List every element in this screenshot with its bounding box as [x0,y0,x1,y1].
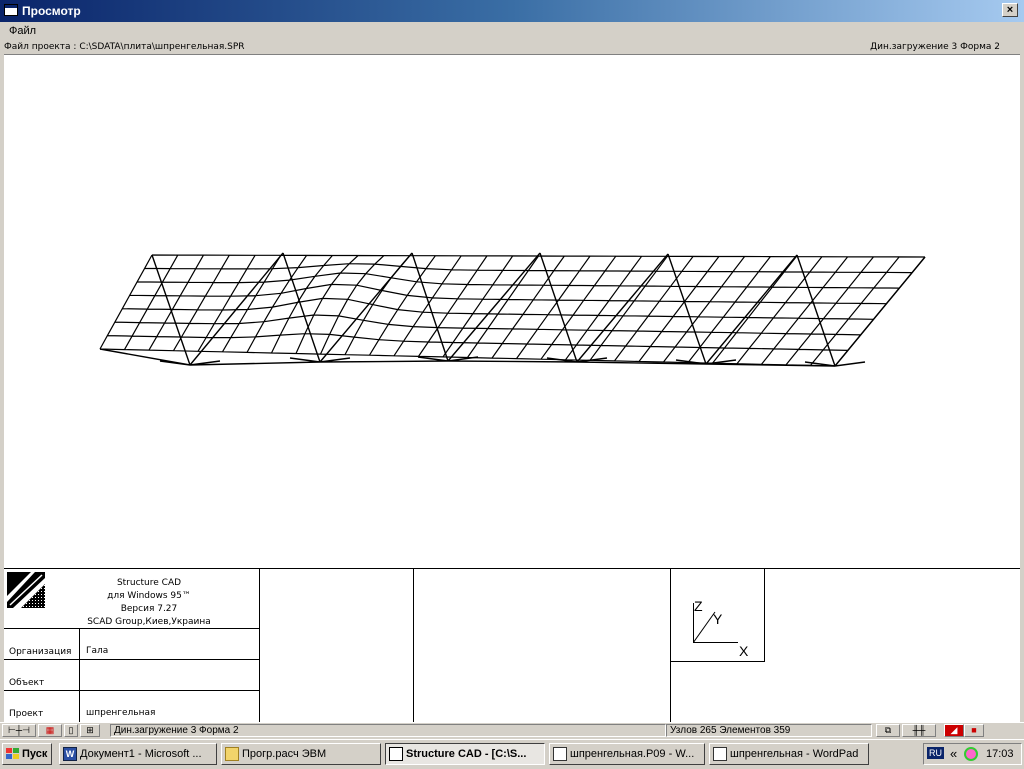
task-label: Прогр.расч ЭВМ [242,748,327,760]
grid-red-icon[interactable]: ▦ [38,724,62,737]
task-button-wordpad-p09[interactable]: шпренгельная.P09 - W... [549,743,705,765]
title-bar[interactable]: Просмотр × [0,0,1024,22]
info-bar: Файл проекта : C:\SDATA\плита\шпренгельн… [0,41,1024,54]
project-file-path: Файл проекта : C:\SDATA\плита\шпренгельн… [4,42,245,52]
start-button[interactable]: Пуск [2,743,52,765]
cube-icon[interactable]: ■ [964,724,984,737]
folder-icon [225,747,239,761]
wordpad-icon [713,747,727,761]
start-label: Пуск [22,748,48,760]
axis-z-label: Z [694,598,703,614]
task-label: шпренгельная.P09 - W... [570,748,695,760]
task-label: шпренгельная - WordPad [730,748,859,760]
org-value: Гала [86,646,109,656]
windows-logo-icon [6,748,19,759]
status-bar: ⊢┼⊣ ▦ ▯ ⊞ Дин.загружение 3 Форма 2 Узлов… [0,722,1024,739]
fence-icon[interactable]: ╫╫ [902,724,936,737]
axis-y-label: Y [713,611,723,627]
task-button-wordpad[interactable]: шпренгельная - WordPad [709,743,869,765]
drawing-canvas[interactable]: Structure CAD для Windows 95™ Версия 7.2… [4,54,1020,725]
program-vendor: SCAD Group,Киев,Украина [87,617,211,627]
word-icon: W [63,747,77,761]
tray-app-icon[interactable] [964,747,978,761]
wordpad-icon [553,747,567,761]
scad-logo [7,572,45,608]
status-counts: Узлов 265 Элементов 359 [666,724,872,737]
program-name: Structure CAD [116,578,182,588]
window-mode-icon[interactable]: ⧉ [876,724,900,737]
taskbar: Пуск W Документ1 - Microsoft ... Прогр.р… [0,739,1024,769]
clock: 17:03 [986,748,1014,760]
axis-x-label: X [739,643,749,659]
language-indicator[interactable]: RU [927,747,944,759]
load-case-label: Дин.загружение 3 Форма 2 [870,42,1000,52]
system-tray: RU « 17:03 [923,743,1022,765]
project-value: шпренгельная [86,708,156,718]
menu-bar: Файл [0,22,1024,41]
menu-file[interactable]: Файл [9,25,36,37]
tray-expand-icon[interactable]: « [950,746,957,761]
task-label: Structure CAD - [C:\S... [406,748,527,760]
project-label: Проект [9,709,44,719]
object-label: Объект [9,678,45,688]
program-version: Версия 7.27 [120,604,178,614]
program-platform: для Windows 95™ [107,591,191,601]
column-icon[interactable]: ▯ [64,724,78,737]
window-icon[interactable] [4,4,18,16]
close-button[interactable]: × [1002,3,1018,17]
task-label: Документ1 - Microsoft ... [80,748,202,760]
org-label: Организация [9,647,72,657]
window-title: Просмотр [22,4,81,18]
fragment-icon[interactable]: ◢ [944,724,964,737]
task-button-folder[interactable]: Прогр.расч ЭВМ [221,743,381,765]
ruler-tool-icon[interactable]: ⊢┼⊣ [2,724,36,737]
task-button-scad[interactable]: Structure CAD - [C:\S... [385,743,545,765]
plate-mesh [99,254,926,367]
task-button-word[interactable]: W Документ1 - Microsoft ... [59,743,217,765]
scad-icon [389,747,403,761]
crosshair-icon[interactable]: ⊞ [80,724,100,737]
status-load-case: Дин.загружение 3 Форма 2 [110,724,666,737]
